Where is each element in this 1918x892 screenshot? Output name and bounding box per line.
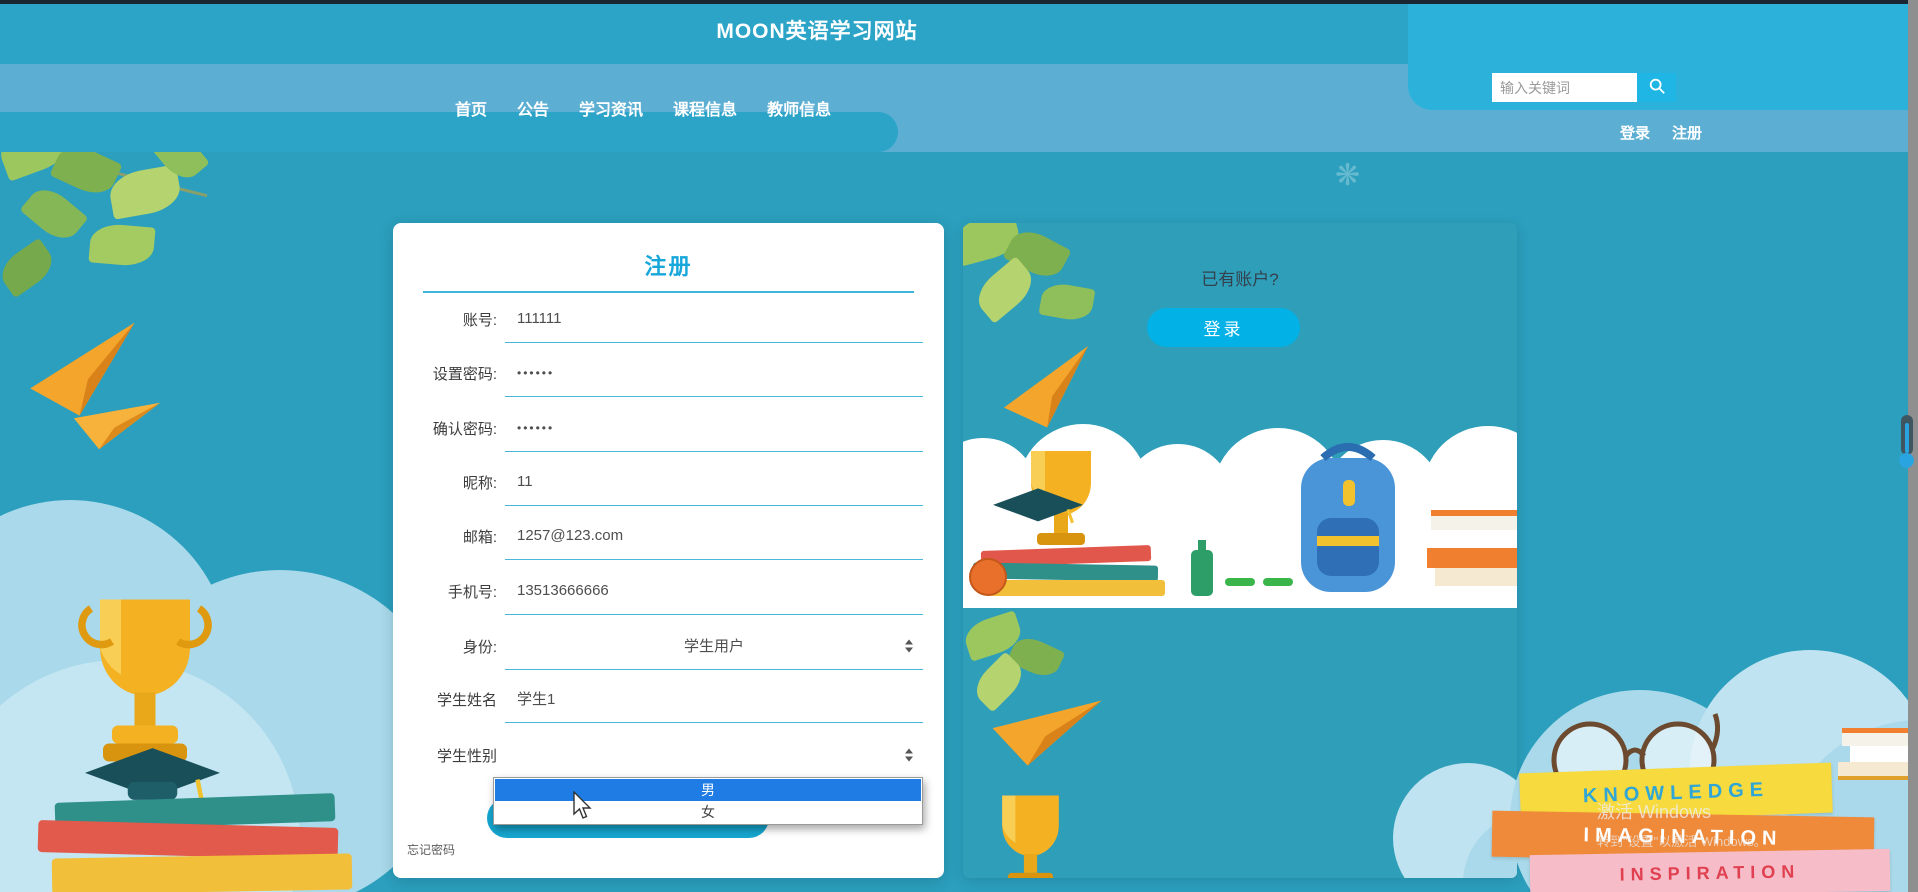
windows-activation-watermark-line1: 激活 Windows — [1597, 802, 1712, 822]
student-name-input[interactable]: 学生1 — [505, 675, 923, 723]
gender-option-female[interactable]: 女 — [495, 801, 921, 823]
cloud-scene — [963, 410, 1517, 608]
nav-link-teacher-info[interactable]: 教师信息 — [767, 96, 831, 120]
password-input[interactable]: •••••• — [505, 349, 923, 397]
nav-link-course-info[interactable]: 课程信息 — [673, 96, 737, 120]
form-row-student-name: 学生姓名 学生1 — [393, 675, 923, 723]
basketball-icon — [969, 558, 1007, 596]
login-panel-card: 已有账户? 登录 — [963, 223, 1517, 878]
student-name-label: 学生姓名 — [436, 691, 497, 709]
nav-link-home[interactable]: 首页 — [455, 96, 487, 120]
title-underline — [423, 291, 914, 293]
snowflake-decoration: ❋ — [1335, 159, 1361, 192]
site-title: MOON英语学习网站 — [716, 20, 918, 43]
student-gender-label: 学生性别 — [436, 747, 497, 765]
have-account-prompt: 已有账户? — [1201, 270, 1279, 289]
gender-option-male[interactable]: 男 — [495, 779, 921, 801]
email-label: 邮箱: — [462, 528, 497, 546]
go-login-button[interactable]: 登录 — [1147, 308, 1300, 347]
nickname-label: 昵称: — [462, 474, 497, 492]
window-top-edge — [0, 0, 1918, 4]
phone-input[interactable]: 13513666666 — [505, 567, 923, 615]
auth-links: 登录 注册 — [1620, 122, 1702, 143]
form-row-nickname: 昵称: 11 — [393, 458, 923, 506]
register-title: 注册 — [644, 254, 693, 279]
password-label: 设置密码: — [432, 365, 497, 383]
form-row-email: 邮箱: 1257@123.com — [393, 512, 923, 560]
page: { "header": { "title": "MOON英语学习网站" }, "… — [0, 0, 1918, 892]
identity-label: 身份: — [462, 638, 497, 656]
select-stepper-icon — [905, 639, 913, 652]
main-nav: 首页 公告 学习资讯 课程信息 教师信息 — [455, 96, 831, 120]
search-button[interactable] — [1637, 73, 1676, 102]
student-gender-select[interactable] — [505, 731, 923, 779]
nav-link-announcements[interactable]: 公告 — [517, 96, 549, 120]
mouse-cursor — [572, 790, 594, 826]
windows-activation-watermark-line2: 转到"设置"以激活 Windows。 — [1597, 834, 1767, 849]
trophy-card-bottom — [983, 788, 1078, 878]
backpack-icon — [1293, 440, 1403, 603]
magnifier-icon — [1648, 77, 1666, 98]
bottle-icon — [1191, 540, 1213, 596]
form-row-student-gender: 学生性别 — [393, 731, 923, 779]
login-link[interactable]: 登录 — [1620, 122, 1650, 143]
phone-label: 手机号: — [447, 583, 497, 601]
form-row-account: 账号: 111111 — [393, 295, 923, 343]
register-link[interactable]: 注册 — [1672, 122, 1702, 143]
search-input[interactable] — [1492, 73, 1637, 102]
forgot-password-link[interactable]: 忘记密码 — [407, 841, 455, 858]
nickname-input[interactable]: 11 — [505, 458, 923, 506]
graduation-cap-cloud-scene — [993, 488, 1083, 535]
nav-link-learning-news[interactable]: 学习资讯 — [579, 96, 643, 120]
gender-dropdown: 男 女 — [493, 777, 923, 825]
confirm-password-input[interactable]: •••••• — [505, 404, 923, 452]
scroll-indicator-widget[interactable] — [1899, 415, 1915, 475]
form-row-confirm-password: 确认密码: •••••• — [393, 404, 923, 452]
account-label: 账号: — [462, 311, 497, 329]
paper-plane-left-2 — [65, 383, 161, 470]
form-row-phone: 手机号: 13513666666 — [393, 567, 923, 615]
form-row-identity: 身份: 学生用户 — [393, 622, 923, 670]
confirm-password-label: 确认密码: — [432, 420, 497, 438]
email-input[interactable]: 1257@123.com — [505, 512, 923, 560]
select-stepper-icon — [905, 748, 913, 761]
form-row-password: 设置密码: •••••• — [393, 349, 923, 397]
identity-select[interactable]: 学生用户 — [505, 622, 923, 670]
account-input[interactable]: 111111 — [505, 295, 923, 343]
paper-plane-card-2 — [984, 683, 1103, 787]
book-inspiration: INSPIRATION — [1529, 848, 1891, 892]
